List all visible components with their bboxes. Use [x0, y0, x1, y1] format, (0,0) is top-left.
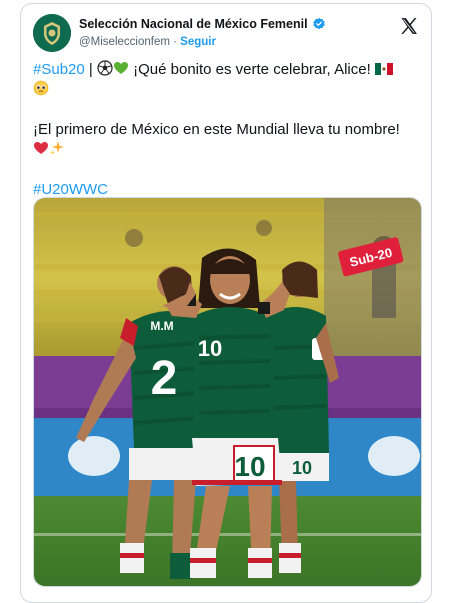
jersey-name-left: M.M — [150, 319, 173, 333]
mexico-flag-icon — [374, 63, 393, 75]
account-handle[interactable]: @Miseleccionfem — [79, 36, 170, 48]
name-row: Selección Nacional de México Femenil — [79, 17, 326, 31]
tweet-line-1-text: ¡Qué bonito es verte celebrar, Alice! — [128, 61, 375, 78]
tweet-text: #Sub20 | ¡Qué bonito es verte celebrar, … — [33, 60, 423, 200]
x-logo-icon[interactable] — [399, 16, 419, 36]
green-heart-icon — [113, 62, 128, 74]
tweet-header: Selección Nacional de México Femenil @Mi… — [33, 14, 421, 54]
shorts-number-right: 10 — [292, 458, 312, 478]
verified-badge-icon — [312, 17, 325, 30]
jersey-number-left: 2 — [151, 352, 178, 405]
soccer-ball-icon — [97, 60, 113, 76]
jersey-number-center: 10 — [198, 336, 222, 361]
shorts-number-center: 10 — [234, 451, 265, 482]
celebration-photo: Sub-20 M.M 2 10 10 10 — [34, 198, 421, 586]
pipe-separator: | — [84, 61, 97, 78]
separator-dot: · — [173, 36, 177, 48]
tweet-line-2: ¡El primero de México en este Mundial ll… — [33, 121, 400, 138]
paragraph-gap-2 — [33, 160, 423, 180]
handle-row: @Miseleccionfem · Seguir — [79, 36, 216, 48]
pleading-face-icon — [33, 80, 49, 96]
avatar[interactable] — [33, 14, 71, 52]
follow-button[interactable]: Seguir — [180, 36, 216, 48]
tweet-line-2b — [33, 140, 423, 160]
hashtag-sub20[interactable]: #Sub20 — [33, 61, 85, 78]
tweet-line-1b — [33, 80, 423, 100]
federation-crest-icon — [33, 14, 71, 52]
display-name[interactable]: Selección Nacional de México Femenil — [79, 17, 308, 31]
tweet-line-1: #Sub20 | ¡Qué bonito es verte celebrar, … — [33, 60, 423, 80]
sparkles-icon — [50, 141, 64, 155]
tweet-card: Selección Nacional de México Femenil @Mi… — [20, 3, 432, 603]
red-heart-icon — [34, 142, 48, 154]
hashtag-u20wwc[interactable]: #U20WWC — [33, 181, 108, 198]
tweet-photo[interactable]: Sub-20 M.M 2 10 10 10 — [33, 197, 422, 587]
